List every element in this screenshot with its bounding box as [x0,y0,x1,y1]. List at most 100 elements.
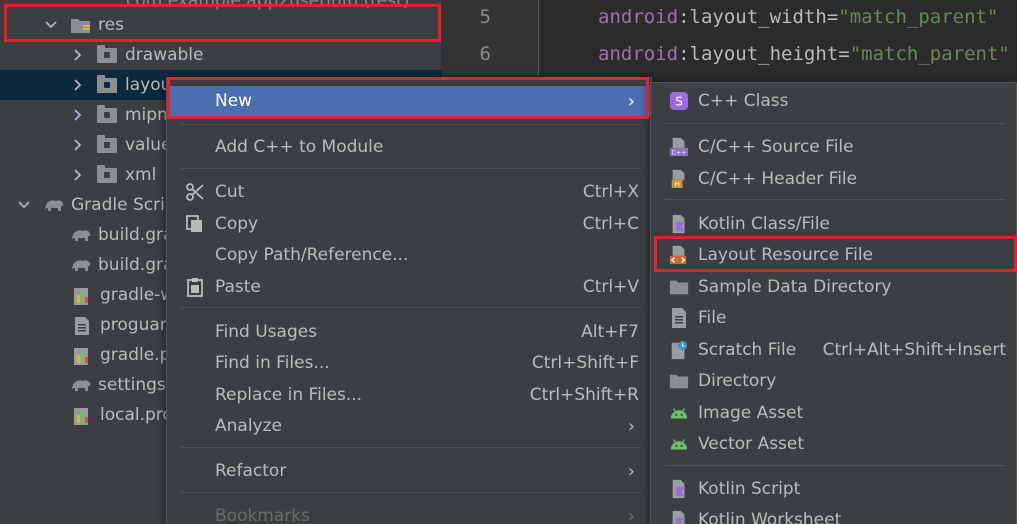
submenu-item-layout-resource[interactable]: Layout Resource File [651,240,1017,270]
chevron-down-icon[interactable] [44,18,58,32]
menu-item-label: Analyze [215,416,282,436]
copy-icon [185,214,205,234]
properties-file-icon [72,346,92,365]
submenu-item-label: Kotlin Class/File [698,214,830,234]
menu-item-label: Paste [215,277,261,297]
menu-item-label: Find Usages [215,322,318,342]
submenu-item-cpp-source[interactable]: C++ C/C++ Source File [651,132,1017,162]
menu-item-label: Copy [215,214,259,234]
shortcut: Ctrl+Shift+R [529,385,639,405]
folder-icon [669,277,689,297]
menu-item-replace-in-files[interactable]: Replace in Files... Ctrl+Shift+R [167,380,651,410]
properties-file-icon [72,406,92,425]
file-icon [669,308,689,328]
menu-item-cut[interactable]: Cut Ctrl+X [167,177,651,207]
menu-item-label: Replace in Files... [215,385,363,405]
menu-separator [665,199,1005,200]
submenu-item-kotlin-script[interactable]: Kotlin Script [651,474,1017,504]
chevron-right-icon[interactable] [71,48,85,62]
chevron-right-icon: › [627,460,635,482]
clipboard-icon [185,277,205,297]
folder-icon [97,135,117,156]
chevron-right-icon[interactable] [71,138,85,152]
menu-item-label: Refactor [215,461,287,481]
shortcut: Alt+F7 [581,322,639,342]
folder-icon [669,371,689,391]
submenu-item-kotlin-worksheet[interactable]: Kotlin Worksheet [651,505,1017,524]
chevron-right-icon: › [627,505,635,524]
chevron-right-icon: › [627,415,635,437]
text-file-icon [72,316,92,335]
shortcut: Ctrl+X [582,182,639,202]
submenu-item-cpp-class[interactable]: S C++ Class [651,86,1017,116]
submenu-item-directory[interactable]: Directory [651,366,1017,396]
folder-icon [97,165,117,186]
submenu-item-cpp-header[interactable]: H C/C++ Header File [651,164,1017,194]
menu-item-analyze[interactable]: Analyze › [167,411,651,441]
menu-item-paste[interactable]: Paste Ctrl+V [167,272,651,302]
tree-item-label: res [98,15,124,35]
context-menu: New › Add C++ to Module Cut Ctrl+X Copy … [166,77,652,524]
menu-item-label: New [215,91,253,111]
submenu-item-vector-asset[interactable]: Vector Asset [651,429,1017,459]
code-line[interactable]: android:layout_width="match_parent" [598,6,998,28]
res-folder-icon [70,16,90,34]
tree-item-label: drawable [125,45,204,65]
gradle-elephant-icon [43,196,64,214]
submenu-item-label: C/C++ Source File [698,137,854,157]
shortcut: Ctrl+Alt+Shift+Insert [822,340,1006,360]
line-number: 5 [479,6,491,28]
android-icon [669,403,689,423]
menu-item-find-in-files[interactable]: Find in Files... Ctrl+Shift+F [167,348,651,378]
xml-attribute: layout_width [689,6,827,28]
menu-separator [665,123,1005,124]
chevron-right-icon[interactable] [71,168,85,182]
tree-item-res[interactable]: res [0,10,441,40]
scissors-icon [185,182,205,202]
xml-namespace: android [598,6,679,28]
folder-icon [97,75,117,96]
submenu-item-sample-data[interactable]: Sample Data Directory [651,272,1017,302]
android-icon [669,434,689,454]
chevron-right-icon[interactable] [71,78,85,92]
menu-separator [181,307,641,308]
chevron-right-icon[interactable] [71,108,85,122]
menu-item-refactor[interactable]: Refactor › [167,456,651,486]
cpp-source-badge-text: C++ [671,150,686,157]
submenu-item-file[interactable]: File [651,303,1017,333]
cpp-source-file-icon: C++ [669,137,689,157]
cpp-header-file-icon: H [669,169,689,189]
gradle-elephant-icon [70,256,91,274]
menu-item-copy-path[interactable]: Copy Path/Reference... [167,240,651,270]
gradle-elephant-icon [70,226,91,244]
submenu-item-scratch-file[interactable]: Scratch File Ctrl+Alt+Shift+Insert [651,335,1017,365]
submenu-item-kotlin-class[interactable]: Kotlin Class/File [651,209,1017,239]
submenu-item-image-asset[interactable]: Image Asset [651,398,1017,428]
tree-item-label: xml [125,165,157,185]
xml-namespace: android [598,43,679,65]
menu-item-label: Copy Path/Reference... [215,245,409,265]
submenu-item-label: Directory [698,371,777,391]
submenu-item-label: Sample Data Directory [698,277,892,297]
menu-item-new[interactable]: New › [167,86,651,116]
menu-item-copy[interactable]: Copy Ctrl+C [167,209,651,239]
menu-item-add-cpp[interactable]: Add C++ to Module [167,132,651,162]
scratch-file-icon [669,340,689,360]
menu-item-bookmarks[interactable]: Bookmarks › [167,501,651,524]
menu-separator [181,492,641,493]
code-line[interactable]: android:layout_height="match_parent" [598,43,1010,65]
submenu-item-label: Layout Resource File [698,245,874,265]
menu-item-find-usages[interactable]: Find Usages Alt+F7 [167,317,651,347]
tree-item-drawable[interactable]: drawable [0,40,441,70]
xml-value: "match_parent" [849,43,1010,65]
cpp-class-icon: S [669,91,689,111]
layout-resource-icon [669,245,689,265]
chevron-down-icon[interactable] [17,198,31,212]
menu-item-label: Find in Files... [215,353,330,373]
menu-item-label: Add C++ to Module [215,137,384,157]
kotlin-worksheet-icon [669,510,689,524]
chevron-right-icon: › [627,90,635,112]
submenu-item-label: C++ Class [698,91,789,111]
submenu-item-label: Image Asset [698,403,804,423]
submenu-item-label: C/C++ Header File [698,169,858,189]
